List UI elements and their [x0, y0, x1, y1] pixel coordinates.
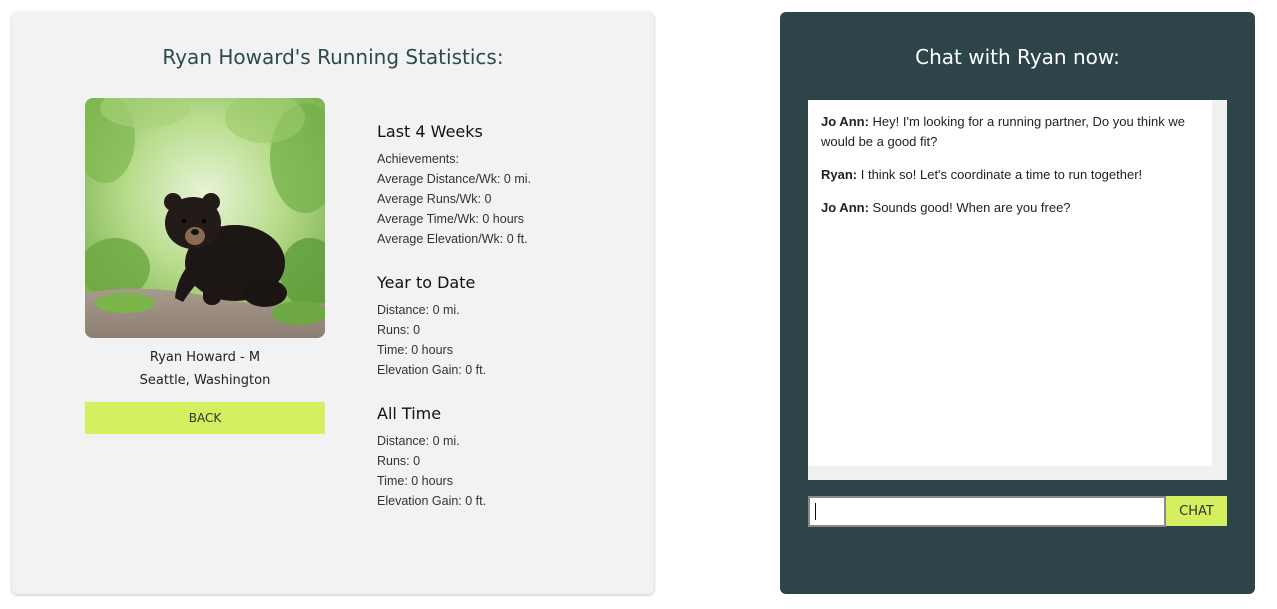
- chat-title: Chat with Ryan now:: [915, 45, 1120, 69]
- chat-input[interactable]: [808, 496, 1166, 527]
- stat-line: Achievements:: [377, 152, 459, 166]
- bear-cub-image: [85, 98, 325, 338]
- stat-line: Time: 0 hours: [377, 343, 453, 357]
- section-heading: Last 4 Weeks: [377, 122, 483, 141]
- stat-line: Average Distance/Wk: 0 mi.: [377, 172, 531, 186]
- profile-photo: [85, 98, 325, 338]
- profile-card: Ryan Howard's Running Statistics: Ryan H…: [12, 12, 654, 594]
- message-text: I think so! Let's coordinate a time to r…: [857, 167, 1143, 182]
- stat-line: Average Elevation/Wk: 0 ft.: [377, 232, 528, 246]
- chat-card: Chat with Ryan now: Jo Ann: Hey! I'm loo…: [780, 12, 1255, 594]
- stat-line: Runs: 0: [377, 323, 421, 337]
- message-author: Ryan:: [821, 167, 858, 182]
- message-author: Jo Ann:: [821, 200, 869, 215]
- chat-message: Ryan: I think so! Let's coordinate a tim…: [821, 165, 1199, 185]
- stat-line: Elevation Gain: 0 ft.: [377, 363, 487, 377]
- profile-name: Ryan Howard - M: [149, 350, 261, 365]
- stats-panel: Last 4 Weeks Achievements: Average Dista…: [377, 122, 637, 535]
- stat-line: Distance: 0 mi.: [377, 303, 460, 317]
- profile-location: Seattle, Washington: [139, 373, 271, 388]
- page-title: Ryan Howard's Running Statistics:: [162, 45, 504, 69]
- stat-line: Time: 0 hours: [377, 474, 453, 488]
- text-caret: [815, 503, 816, 520]
- stat-line: Average Runs/Wk: 0: [377, 192, 492, 206]
- message-text: Hey! I'm looking for a running partner, …: [821, 114, 1185, 149]
- chat-message: Jo Ann: Sounds good! When are you free?: [821, 198, 1199, 218]
- section-heading: All Time: [377, 404, 442, 423]
- chat-message: Jo Ann: Hey! I'm looking for a running p…: [821, 112, 1199, 152]
- message-text: Sounds good! When are you free?: [868, 200, 1071, 215]
- message-author: Jo Ann:: [821, 114, 869, 129]
- back-button[interactable]: BACK: [85, 402, 325, 434]
- stats-year-to-date: Year to Date Distance: 0 mi. Runs: 0 Tim…: [377, 273, 637, 380]
- stat-line: Average Time/Wk: 0 hours: [377, 212, 525, 226]
- stat-line: Runs: 0: [377, 454, 421, 468]
- stats-all-time: All Time Distance: 0 mi. Runs: 0 Time: 0…: [377, 404, 637, 511]
- section-heading: Year to Date: [377, 273, 476, 292]
- stat-line: Elevation Gain: 0 ft.: [377, 494, 487, 508]
- stats-last-4-weeks: Last 4 Weeks Achievements: Average Dista…: [377, 122, 637, 249]
- chat-send-button[interactable]: CHAT: [1166, 496, 1227, 526]
- stat-line: Distance: 0 mi.: [377, 434, 460, 448]
- chat-log[interactable]: Jo Ann: Hey! I'm looking for a running p…: [808, 100, 1227, 480]
